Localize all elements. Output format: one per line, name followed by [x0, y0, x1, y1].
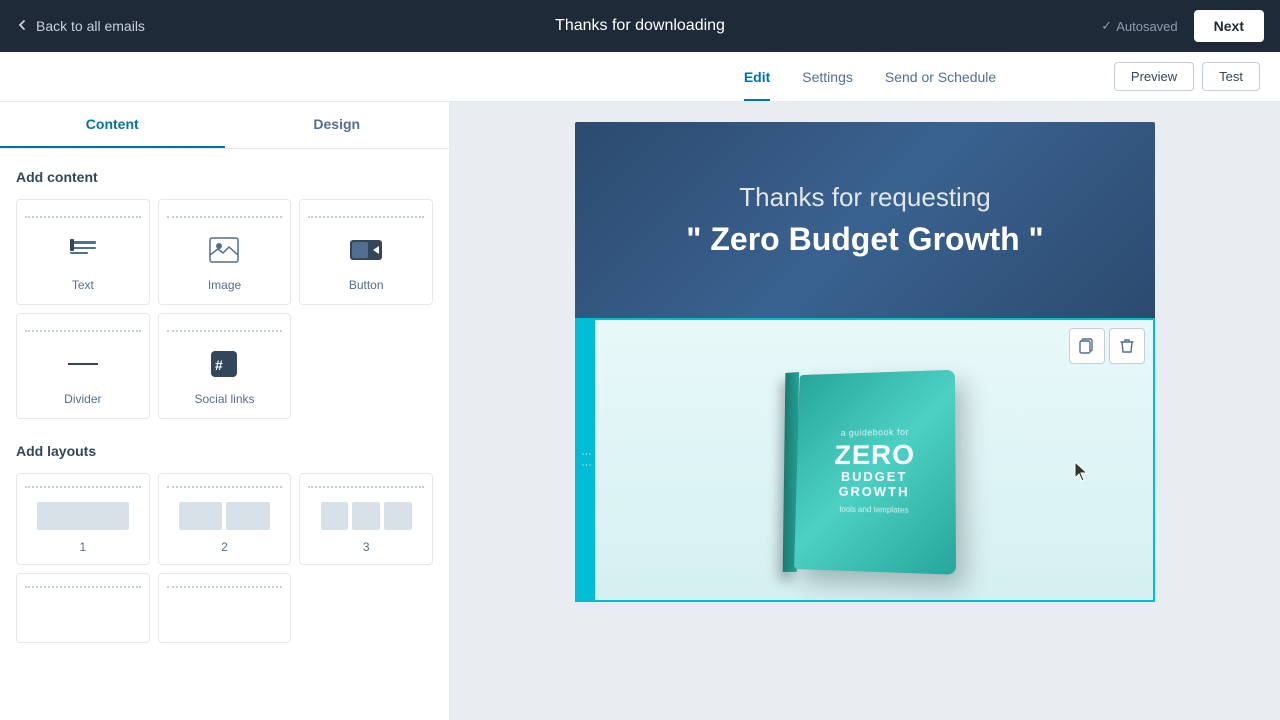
delete-block-button[interactable]	[1109, 328, 1145, 364]
add-content-title: Add content	[16, 169, 433, 185]
email-image-inner: ⋮⋮ a guidebook for ZERO BUDGET GROWTH	[577, 320, 1153, 600]
book-title-budget: BUDGET GROWTH	[806, 468, 946, 499]
chevron-left-icon	[16, 18, 28, 34]
book-tools: tools and templates	[839, 504, 908, 514]
teal-sidebar-bar: ⋮⋮	[577, 320, 595, 600]
email-header-line2: " Zero Budget Growth "	[615, 221, 1115, 258]
main-layout: Content Design Add content	[0, 102, 1280, 720]
top-nav: Back to all emails Thanks for downloadin…	[0, 0, 1280, 52]
layout-1col-label: 1	[79, 540, 86, 554]
layout-2col[interactable]: 2	[158, 473, 292, 565]
page-title: Thanks for downloading	[555, 17, 725, 35]
duplicate-block-button[interactable]	[1069, 328, 1105, 364]
layout-3col[interactable]: 3	[299, 473, 433, 565]
layout-extra-1[interactable]	[16, 573, 150, 643]
layout-extra-2[interactable]	[158, 573, 292, 643]
block-image[interactable]: Image	[158, 199, 292, 305]
preview-button[interactable]: Preview	[1114, 62, 1194, 91]
image-icon	[204, 230, 244, 270]
next-button[interactable]: Next	[1194, 10, 1264, 42]
cursor-icon	[1071, 460, 1093, 490]
secondary-nav: Edit Settings Send or Schedule Preview T…	[0, 52, 1280, 102]
block-divider-label: Divider	[64, 392, 101, 406]
svg-text:#: #	[215, 357, 223, 373]
block-social-label: Social links	[194, 392, 254, 406]
layout-1col-preview	[25, 500, 141, 532]
sidebar-tab-design[interactable]: Design	[225, 102, 450, 148]
add-layouts-title: Add layouts	[16, 443, 433, 459]
layout-2col-preview	[167, 500, 283, 532]
book-graphic: a guidebook for ZERO BUDGET GROWTH tools…	[764, 340, 984, 580]
canvas-area: Thanks for requesting " Zero Budget Grow…	[450, 102, 1280, 720]
sidebar-tab-content[interactable]: Content	[0, 102, 225, 148]
book-body: a guidebook for ZERO BUDGET GROWTH tools…	[794, 370, 956, 575]
layouts-grid: 1 2	[16, 473, 433, 643]
autosaved-indicator: ✓ Autosaved	[1101, 18, 1177, 34]
top-nav-right: ✓ Autosaved Next	[1101, 10, 1264, 42]
autosaved-label: Autosaved	[1116, 19, 1177, 34]
sidebar: Content Design Add content	[0, 102, 450, 720]
block-text[interactable]: Text	[16, 199, 150, 305]
layout-3col-preview	[308, 500, 424, 532]
block-text-label: Text	[72, 278, 94, 292]
sidebar-content: Add content Text	[0, 149, 449, 663]
email-header-line1: Thanks for requesting	[615, 182, 1115, 213]
back-button[interactable]: Back to all emails	[16, 18, 145, 34]
layout-3col-label: 3	[363, 540, 370, 554]
tab-bar: Edit Settings Send or Schedule	[744, 53, 996, 101]
layout-1col[interactable]: 1	[16, 473, 150, 565]
block-image-label: Image	[208, 278, 241, 292]
layout-extra-2-preview	[167, 600, 283, 632]
test-button[interactable]: Test	[1202, 62, 1260, 91]
block-divider[interactable]: Divider	[16, 313, 150, 419]
book-text-overlay: a guidebook for ZERO BUDGET GROWTH tools…	[794, 370, 956, 575]
divider-icon	[63, 344, 103, 384]
block-button-label: Button	[349, 278, 384, 292]
social-icon: #	[204, 344, 244, 384]
block-actions	[1069, 328, 1145, 364]
book-title-zero: ZERO	[834, 440, 915, 468]
secondary-nav-buttons: Preview Test	[1114, 62, 1260, 91]
drag-handle: ⋮⋮	[581, 449, 592, 471]
book-subtitle: a guidebook for	[841, 427, 909, 438]
tab-send-schedule[interactable]: Send or Schedule	[885, 55, 996, 101]
button-icon	[346, 230, 386, 270]
layout-extra-1-preview	[25, 600, 141, 632]
tab-settings[interactable]: Settings	[802, 55, 853, 101]
block-button[interactable]: Button	[299, 199, 433, 305]
email-image-block[interactable]: ⋮⋮ a guidebook for ZERO BUDGET GROWTH	[575, 318, 1155, 602]
text-icon	[63, 230, 103, 270]
check-icon: ✓	[1101, 18, 1112, 34]
sidebar-tab-bar: Content Design	[0, 102, 449, 149]
content-blocks-grid: Text Image	[16, 199, 433, 419]
email-header-block[interactable]: Thanks for requesting " Zero Budget Grow…	[575, 122, 1155, 318]
tab-edit[interactable]: Edit	[744, 55, 770, 101]
back-label: Back to all emails	[36, 18, 145, 34]
layout-2col-label: 2	[221, 540, 228, 554]
email-wrapper: Thanks for requesting " Zero Budget Grow…	[575, 122, 1155, 602]
block-social-links[interactable]: # Social links	[158, 313, 292, 419]
